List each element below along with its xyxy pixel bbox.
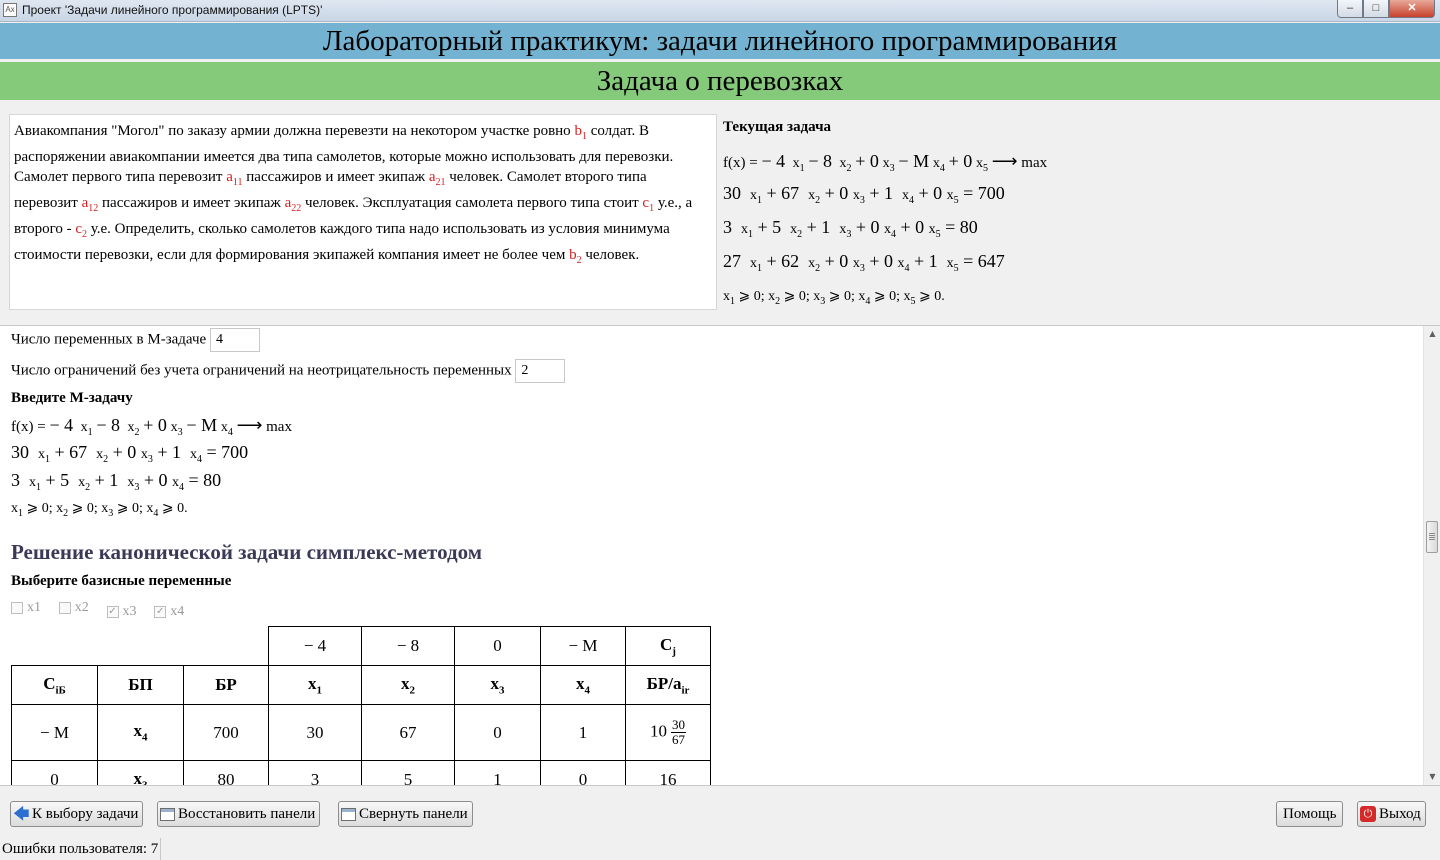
user-errors-count: Ошибки пользователя: 7 — [2, 838, 162, 860]
param-b2: b2 — [569, 247, 582, 266]
app-title: Лабораторный практикум: задачи линейного… — [0, 23, 1440, 59]
close-window-button[interactable]: ✕ — [1389, 0, 1435, 18]
vertical-scrollbar[interactable]: ▲ ▼ — [1423, 326, 1440, 785]
exit-button[interactable]: ⏻ Выход — [1357, 801, 1426, 827]
fraction: 30 67 — [671, 717, 686, 747]
enter-mtask-heading: Введите М-задачу — [11, 390, 133, 406]
simplex-section-title: Решение канонической задачи симплекс-мет… — [11, 540, 483, 564]
checkbox-x2[interactable]: x2 — [58, 600, 89, 616]
table-cell: − M — [540, 626, 626, 666]
panel-icon — [160, 807, 175, 821]
param-a11: a11 — [226, 169, 243, 188]
back-to-tasks-button[interactable]: 🡄 К выбору задачи — [10, 801, 144, 827]
header-cib: CiБ — [11, 665, 98, 705]
vars-count-row: Число переменных в М-задаче 4 — [11, 328, 260, 352]
table-cell: 80 — [183, 760, 269, 785]
table-cell: 0 — [454, 626, 541, 666]
basis-checkboxes: x1 x2 ✓ x3 ✓ x4 — [11, 600, 198, 620]
checkbox-x3[interactable]: ✓ x3 — [106, 604, 137, 620]
window-controls: – □ ✕ — [1337, 0, 1435, 18]
header-x4: x4 — [540, 665, 626, 705]
current-task-heading: Текущая задача — [723, 119, 832, 135]
table-cell: 1 — [454, 760, 541, 785]
current-constraint-3: 27 x1 + 62 x2 + 0 x3 + 0 x4 + 1 x5 = 647 — [723, 251, 1005, 274]
current-task-panel: Текущая задача f(x) = − 4 x1 − 8 x2 + 0 … — [723, 112, 1423, 312]
minimize-button[interactable]: – — [1337, 0, 1363, 18]
table-cell: 700 — [183, 704, 269, 761]
cj-row: − 4 − 8 0 − M Cj — [11, 626, 711, 666]
checkbox-x1[interactable]: x1 — [11, 600, 41, 616]
table-cell: x3 — [97, 760, 184, 785]
mtask-constraint-2: 3 x1 + 5 x2 + 1 x3 + 0 x4 = 80 — [11, 470, 222, 493]
table-cell: 0 — [11, 760, 98, 785]
simplex-table: − 4 − 8 0 − M Cj CiБ БП БР x1 x2 x3 x4 Б… — [11, 626, 711, 785]
checkbox-box[interactable]: ✓ — [154, 606, 167, 618]
vars-count-input[interactable]: 4 — [209, 328, 260, 352]
status-bar: Ошибки пользователя: 7 — [0, 838, 1440, 860]
table-cell: − 8 — [361, 626, 455, 666]
table-cell: 0 — [454, 704, 541, 761]
current-objective: f(x) = − 4 x1 − 8 x2 + 0 x3 − M x4 + 0 x… — [723, 151, 1048, 174]
table-cell: − M — [11, 704, 98, 761]
table-cell: 0 — [540, 760, 626, 785]
cj-header: Cj — [625, 626, 711, 666]
current-constraint-2: 3 x1 + 5 x2 + 1 x3 + 0 x4 + 0 x5 = 80 — [723, 217, 978, 240]
current-constraint-1: 30 x1 + 67 x2 + 0 x3 + 1 x4 + 0 x5 = 700 — [723, 183, 1005, 206]
checkbox-box[interactable]: ✓ — [106, 606, 119, 618]
mtask-objective: f(x) = − 4 x1 − 8 x2 + 0 x3 − M x4 ⟶ max — [11, 415, 292, 438]
header-bp: БП — [97, 665, 184, 705]
checkbox-box[interactable] — [11, 602, 23, 614]
restore-panels-button[interactable]: Восстановить панели — [157, 801, 321, 827]
param-a22: a22 — [284, 195, 302, 214]
table-cell: 30 — [268, 704, 362, 761]
param-b1: b1 — [574, 123, 587, 142]
basis-heading: Выберите базисные переменные — [11, 573, 232, 589]
table-cell: 67 — [361, 704, 455, 761]
task-description: Авиакомпания "Могол" по заказу армии дол… — [9, 114, 717, 310]
table-cell: 1 — [540, 704, 626, 761]
maximize-button[interactable]: □ — [1363, 0, 1389, 18]
checkbox-box[interactable] — [58, 602, 71, 614]
mtask-constraint-1: 30 x1 + 67 x2 + 0 x3 + 1 x4 = 700 — [11, 442, 249, 465]
header-x3: x3 — [454, 665, 541, 705]
header-br: БР — [183, 665, 269, 705]
table-cell: 16 — [625, 760, 711, 785]
panel-icon — [341, 807, 356, 821]
table-header-row: CiБ БП БР x1 x2 x3 x4 БР/air — [11, 665, 711, 705]
window-titlebar: Ax Проект 'Задачи линейного программиров… — [0, 0, 1440, 22]
param-a12: a12 — [81, 195, 99, 214]
power-icon: ⏻ — [1360, 806, 1376, 822]
collapse-panels-button[interactable]: Свернуть панели — [338, 801, 473, 827]
scroll-up-arrow-icon[interactable]: ▲ — [1424, 326, 1440, 342]
constraints-count-input[interactable]: 2 — [515, 359, 566, 383]
header-x2: x2 — [361, 665, 455, 705]
table-cell: 10 30 67 — [625, 704, 711, 761]
constraints-count-row: Число ограничений без учета ограничений … — [11, 359, 566, 383]
table-cell: 5 — [361, 760, 455, 785]
work-area[interactable]: Число переменных в М-задаче 4 Число огра… — [0, 325, 1440, 786]
param-c1: c1 — [642, 195, 655, 214]
mtask-nonneg: x1 ⩾ 0; x2 ⩾ 0; x3 ⩾ 0; x4 ⩾ 0. — [11, 501, 188, 519]
header-ratio: БР/air — [625, 665, 711, 705]
scroll-down-arrow-icon[interactable]: ▼ — [1424, 769, 1440, 785]
param-c2: c2 — [75, 221, 88, 240]
arrow-left-icon: 🡄 — [13, 804, 30, 823]
param-a21: a21 — [428, 169, 446, 188]
current-nonneg: x1 ⩾ 0; x2 ⩾ 0; x3 ⩾ 0; x4 ⩾ 0; x5 ⩾ 0. — [723, 289, 945, 307]
window-title: Проект 'Задачи линейного программировани… — [22, 3, 323, 17]
help-button[interactable]: Помощь — [1276, 801, 1344, 827]
app-icon: Ax — [3, 3, 17, 17]
table-row: − M x4 700 30 67 0 1 10 30 67 — [11, 704, 711, 761]
table-row: 0 x3 80 3 5 1 0 16 — [11, 760, 711, 785]
table-cell: 3 — [268, 760, 362, 785]
task-title: Задача о перевозках — [0, 62, 1440, 100]
header-x1: x1 — [268, 665, 362, 705]
table-cell: x4 — [97, 704, 184, 761]
table-cell: − 4 — [268, 626, 362, 666]
scrollbar-thumb[interactable] — [1426, 521, 1438, 553]
checkbox-x4[interactable]: ✓ x4 — [154, 604, 184, 620]
